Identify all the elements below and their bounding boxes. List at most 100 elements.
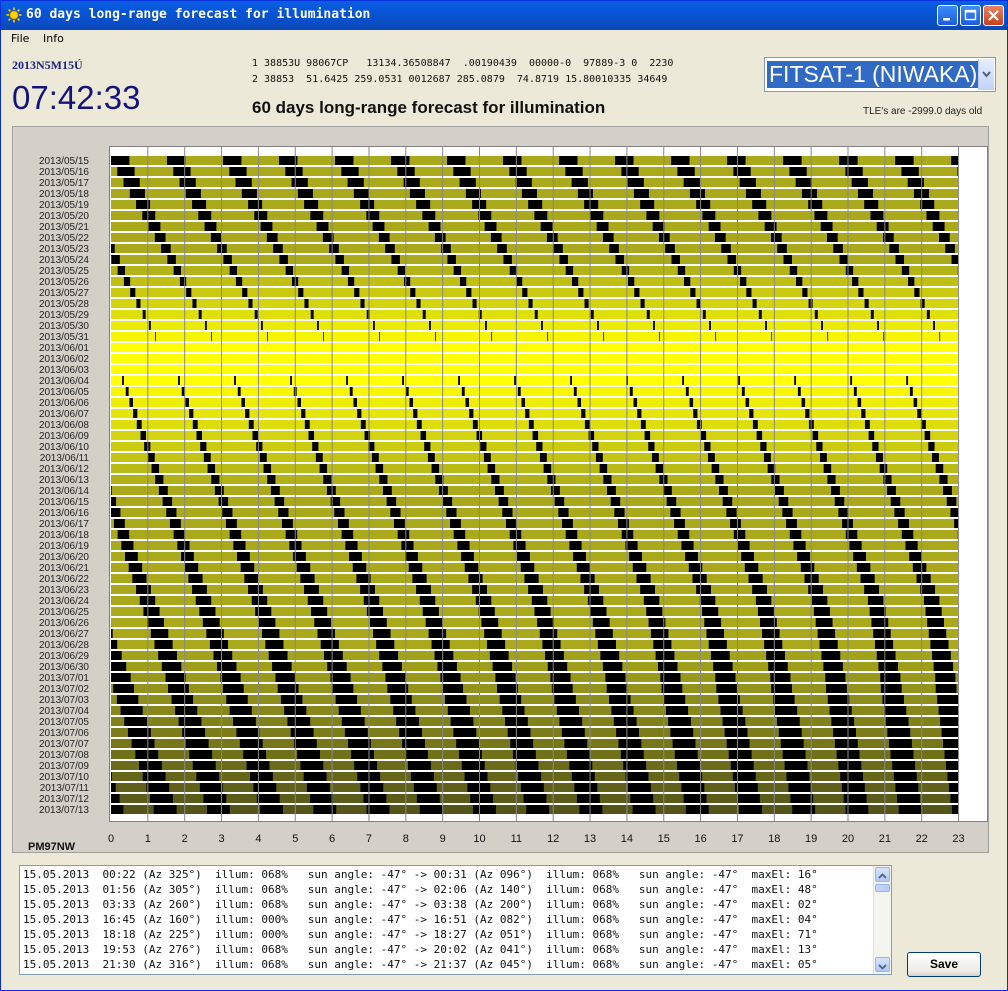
- eclipse-segment: [266, 233, 278, 242]
- date-label: 2013/05/19: [38, 200, 89, 211]
- eclipse-segment: [316, 222, 329, 231]
- date-label: 2013/05/20: [38, 211, 89, 222]
- scroll-down-button[interactable]: [875, 957, 890, 972]
- eclipse-segment: [354, 288, 360, 297]
- eclipse-segment: [864, 299, 869, 308]
- day-row: [111, 321, 958, 330]
- eclipse-segment: [925, 607, 942, 616]
- eclipse-segment: [416, 585, 431, 594]
- eclipse-segment: [584, 585, 599, 594]
- hour-label: 17: [731, 833, 744, 845]
- eclipse-segment: [341, 167, 359, 176]
- eclipse-segment: [509, 167, 527, 176]
- eclipse-segment: [290, 728, 314, 737]
- pass-row[interactable]: 15.05.2013 18:18 (Az 225°) illum: 000% s…: [23, 928, 818, 941]
- eclipse-segment: [315, 453, 323, 462]
- day-row: [111, 255, 958, 264]
- eclipse-segment: [413, 409, 418, 418]
- eclipse-segment: [491, 475, 500, 484]
- eclipse-segment: [369, 618, 387, 627]
- eclipse-segment: [123, 178, 140, 187]
- eclipse-segment: [303, 772, 327, 781]
- eclipse-segment: [696, 299, 701, 308]
- eclipse-segment: [117, 530, 130, 539]
- eclipse-segment: [492, 662, 513, 671]
- eclipse-segment: [450, 717, 474, 726]
- eclipse-segment: [733, 530, 746, 539]
- pass-list-scrollbar[interactable]: [873, 866, 891, 974]
- eclipse-segment: [458, 376, 460, 385]
- eclipse-segment: [357, 409, 362, 418]
- eclipse-segment: [522, 288, 528, 297]
- eclipse-segment: [883, 332, 885, 341]
- eclipse-segment: [485, 321, 487, 330]
- eclipse-segment: [663, 486, 672, 495]
- eclipse-segment: [478, 607, 495, 616]
- eclipse-segment: [790, 794, 814, 803]
- eclipse-segment: [808, 200, 823, 209]
- eclipse-segment: [752, 420, 758, 429]
- eclipse-segment: [757, 607, 775, 616]
- pass-row[interactable]: 15.05.2013 00:22 (Az 325°) illum: 068% s…: [23, 868, 818, 881]
- satellite-select[interactable]: FITSAT-1 (NIWAKA): [764, 57, 996, 92]
- eclipse-segment: [334, 508, 345, 517]
- eclipse-segment: [618, 739, 642, 748]
- eclipse-segment: [348, 739, 371, 748]
- menu-info[interactable]: Info: [43, 32, 64, 45]
- menu-file[interactable]: File: [11, 32, 29, 45]
- eclipse-segment: [845, 805, 869, 814]
- eclipse-segment: [237, 387, 241, 396]
- eclipse-segment: [442, 497, 453, 506]
- pass-row[interactable]: 15.05.2013 03:33 (Az 260°) illum: 068% s…: [23, 898, 818, 911]
- eclipse-segment: [192, 761, 216, 770]
- eclipse-segment: [666, 497, 677, 506]
- scroll-up-button[interactable]: [875, 867, 890, 882]
- eclipse-segment: [797, 387, 801, 396]
- day-row: [111, 739, 958, 748]
- eclipse-segment: [733, 167, 751, 176]
- eclipse-segment: [706, 629, 724, 638]
- eclipse-segment: [745, 189, 762, 198]
- eclipse-segment: [640, 420, 646, 429]
- pass-row[interactable]: 15.05.2013 21:30 (Az 316°) illum: 068% s…: [23, 958, 818, 971]
- pass-row[interactable]: 15.05.2013 16:45 (Az 160°) illum: 000% s…: [23, 913, 818, 926]
- dropdown-button[interactable]: [978, 59, 994, 90]
- maximize-button[interactable]: [960, 5, 981, 26]
- eclipse-segment: [571, 277, 579, 286]
- eclipse-segment: [453, 266, 462, 275]
- eclipse-segment: [756, 431, 763, 440]
- eclipse-segment: [447, 255, 456, 264]
- eclipse-segment: [495, 673, 516, 682]
- eclipse-segment: [410, 288, 416, 297]
- eclipse-segment: [223, 255, 232, 264]
- save-button[interactable]: Save: [907, 952, 981, 977]
- eclipse-segment: [394, 519, 405, 528]
- eclipse-segment: [285, 266, 294, 275]
- eclipse-segment: [539, 629, 558, 638]
- eclipse-segment: [765, 321, 767, 330]
- eclipse-segment: [494, 486, 504, 495]
- date-label: 2013/06/16: [38, 508, 89, 519]
- eclipse-segment: [547, 475, 556, 484]
- eclipse-segment: [329, 244, 339, 253]
- minimize-button[interactable]: [937, 5, 958, 26]
- eclipse-segment: [304, 200, 319, 209]
- date-label: 2013/06/07: [38, 409, 89, 420]
- eclipse-segment: [490, 233, 502, 242]
- eclipse-segment: [734, 783, 758, 792]
- pass-row[interactable]: 15.05.2013 01:56 (Az 305°) illum: 068% s…: [23, 883, 818, 896]
- pass-list[interactable]: 15.05.2013 21:30 (Az 316°) illum: 068% s…: [19, 865, 892, 975]
- pass-row[interactable]: 15.05.2013 19:53 (Az 276°) illum: 068% s…: [23, 943, 818, 956]
- close-button[interactable]: [983, 5, 1004, 26]
- eclipse-segment: [775, 486, 784, 495]
- eclipse-segment: [704, 442, 711, 451]
- eclipse-segment: [778, 497, 789, 506]
- eclipse-segment: [354, 761, 378, 770]
- day-row: [111, 299, 958, 308]
- eclipse-segment: [484, 222, 497, 231]
- eclipse-segment: [466, 288, 472, 297]
- eclipse-segment: [808, 299, 813, 308]
- title-bar[interactable]: 60 days long-range forecast for illumina…: [1, 1, 1007, 30]
- hour-label: 4: [255, 833, 262, 845]
- scroll-thumb[interactable]: [875, 884, 890, 892]
